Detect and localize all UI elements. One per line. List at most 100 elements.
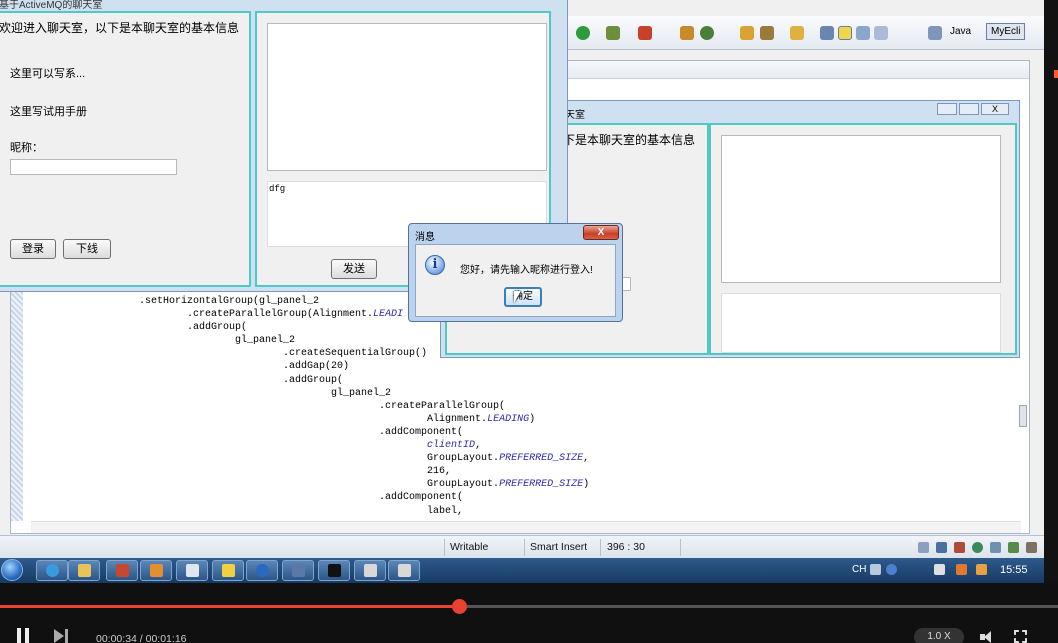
taskbar-app-1[interactable]: [106, 560, 138, 581]
app-icon: [116, 564, 129, 577]
next-icon[interactable]: [52, 629, 70, 643]
status-cursor-position: 396 : 30: [607, 541, 645, 553]
ie-icon: [46, 564, 59, 577]
tray-clock[interactable]: 15:55: [1000, 564, 1028, 576]
refresh-icon[interactable]: [700, 26, 714, 40]
progress-bar-handle[interactable]: [452, 599, 468, 614]
app-icon: [150, 564, 163, 577]
heap-icon[interactable]: [918, 542, 929, 553]
app-icon: [256, 564, 269, 577]
horizontal-scrollbar[interactable]: [31, 521, 1021, 533]
taskbar-app-5[interactable]: [282, 560, 314, 581]
keyboard-icon[interactable]: [870, 564, 881, 575]
cmd-icon: [328, 564, 341, 577]
open-type-icon[interactable]: [740, 26, 754, 40]
dialog-close-button[interactable]: X: [583, 225, 619, 240]
login-button[interactable]: 登录: [10, 239, 56, 259]
nickname-label: 昵称：: [10, 142, 43, 154]
taskbar-app-4[interactable]: [246, 560, 278, 581]
annotation-icon[interactable]: [838, 26, 852, 40]
taskbar-java-2[interactable]: [388, 560, 420, 581]
taskbar-notepad[interactable]: [176, 560, 208, 581]
pause-icon[interactable]: [14, 628, 32, 643]
progress-bar-fill: [0, 605, 460, 608]
dialog-ok-button[interactable]: 确定: [504, 287, 542, 307]
chat-back-welcome: 下是本聊天室的基本信息: [563, 133, 696, 147]
code-line: .addComponent(: [139, 492, 464, 504]
java-icon: [398, 564, 411, 577]
update-icon[interactable]: [990, 542, 1001, 553]
status-writable: Writable: [450, 541, 489, 553]
mouse-cursor-icon: [514, 291, 521, 303]
taskbar-app-2[interactable]: [140, 560, 172, 581]
chat-front-welcome: 欢迎进入聊天室，以下是本聊天室的基本信息: [0, 21, 240, 35]
coverage-icon[interactable]: [638, 26, 652, 40]
code-line: label,: [139, 505, 464, 517]
tray-app-icon[interactable]: [956, 564, 967, 575]
message-dialog[interactable]: 消息 X i 您好，请先输入昵称进行登入! 确定: [408, 223, 623, 322]
globe-icon[interactable]: [972, 542, 983, 553]
perspective-myeclipse[interactable]: MyEcli: [986, 23, 1026, 40]
code-line: .addGap(20): [139, 361, 350, 373]
close-icon[interactable]: X: [981, 103, 1009, 115]
logout-button[interactable]: 下线: [63, 239, 111, 259]
video-side-gutter: [1044, 0, 1058, 600]
tray-app-icon[interactable]: [976, 564, 987, 575]
maximize-icon[interactable]: [959, 103, 979, 115]
code-line: .addComponent(: [139, 426, 464, 438]
code-line: .addGroup(: [139, 374, 344, 386]
help-icon[interactable]: [886, 564, 897, 575]
chat-front-info-2: 这里写试用手册: [10, 106, 87, 118]
vertical-scrollbar-thumb[interactable]: [1019, 405, 1027, 427]
progress-bar[interactable]: [0, 599, 1058, 614]
message-input-text: dfg: [269, 184, 286, 194]
dialog-title: 消息: [415, 232, 435, 243]
folder-icon: [78, 564, 91, 577]
dialog-message: 您好，请先输入昵称进行登入!: [460, 265, 593, 276]
whitespace-icon[interactable]: [874, 26, 888, 40]
chat-back-history[interactable]: [721, 135, 1001, 283]
code-line: Alignment.LEADING): [139, 413, 536, 425]
chat-back-message-input[interactable]: [721, 293, 1001, 353]
server-icon[interactable]: [954, 542, 965, 553]
console-icon[interactable]: [936, 542, 947, 553]
network-icon[interactable]: [1008, 542, 1019, 553]
nickname-input[interactable]: [10, 159, 177, 175]
debug-icon[interactable]: [606, 26, 620, 40]
video-player-controls: 00:00:34 / 00:01:16 1.0 X: [0, 583, 1058, 643]
pin-icon[interactable]: [820, 26, 834, 40]
minimize-icon[interactable]: [937, 103, 957, 115]
taskbar-explorer[interactable]: [68, 560, 100, 581]
folder-icon[interactable]: [790, 26, 804, 40]
code-line: gl_panel_2: [139, 387, 392, 399]
search-icon[interactable]: [760, 26, 774, 40]
playback-time: 00:00:34 / 00:01:16: [96, 633, 187, 643]
taskbar-java-1[interactable]: [354, 560, 386, 581]
run-icon[interactable]: [576, 26, 590, 40]
taskbar-cmd[interactable]: [318, 560, 350, 581]
tools-icon[interactable]: [1026, 542, 1037, 553]
volume-icon[interactable]: [980, 631, 996, 643]
notepad-icon: [186, 564, 199, 577]
block-select-icon[interactable]: [856, 26, 870, 40]
taskbar-app-3[interactable]: [212, 560, 244, 581]
tray-app-icon[interactable]: [934, 564, 945, 575]
playback-speed-button[interactable]: 1.0 X: [914, 628, 964, 643]
open-perspective-icon[interactable]: [928, 26, 942, 40]
fullscreen-icon[interactable]: [1014, 630, 1027, 643]
chat-front-title: 基于ActiveMQ的聊天室: [0, 0, 103, 11]
info-icon: i: [425, 255, 445, 275]
package-icon[interactable]: [680, 26, 694, 40]
code-line: 216,: [139, 466, 452, 478]
perspective-java[interactable]: Java: [950, 26, 971, 37]
code-line: .createParallelGroup(: [139, 400, 506, 412]
code-line: clientID,: [427, 440, 482, 452]
tray-language[interactable]: CH: [852, 564, 866, 575]
app-icon: [292, 564, 305, 577]
chat-history[interactable]: [267, 23, 547, 171]
start-button[interactable]: [1, 559, 23, 581]
send-button[interactable]: 发送: [331, 259, 377, 279]
chat-front-info-1: 这里可以写系...: [10, 68, 86, 80]
chat-back-right-panel: [709, 123, 1017, 355]
taskbar-ie[interactable]: [36, 560, 68, 581]
